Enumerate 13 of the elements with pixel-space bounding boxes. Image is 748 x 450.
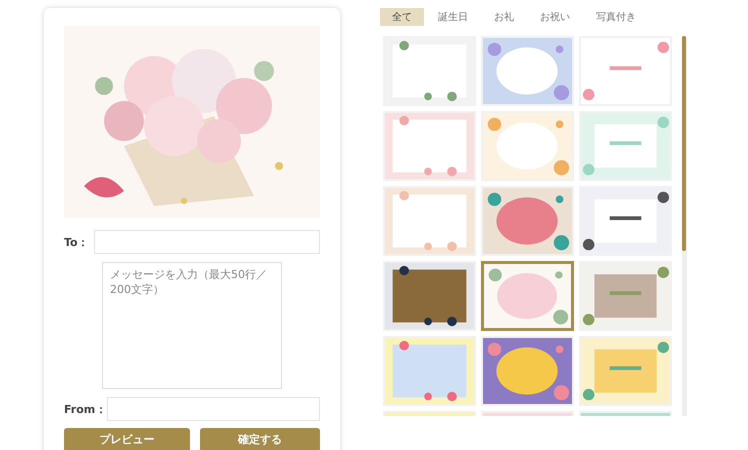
message-field[interactable]: メッセージを入力（最大50行／200文字） [102, 262, 282, 389]
category-tab[interactable]: 誕生日 [426, 8, 480, 26]
category-tab[interactable]: お礼 [482, 8, 526, 26]
category-tab[interactable]: お祝い [528, 8, 582, 26]
category-tab[interactable]: 写真付き [584, 8, 648, 26]
confirm-button[interactable]: 確定する [200, 428, 320, 450]
preview-button[interactable]: プレビュー [64, 428, 190, 450]
to-label: To： [64, 234, 90, 250]
from-input-field[interactable] [107, 397, 320, 421]
scrollbar[interactable] [682, 36, 687, 416]
from-label: From： [64, 402, 107, 416]
to-input-field[interactable] [94, 230, 320, 254]
category-tab[interactable]: 全て [380, 8, 424, 26]
